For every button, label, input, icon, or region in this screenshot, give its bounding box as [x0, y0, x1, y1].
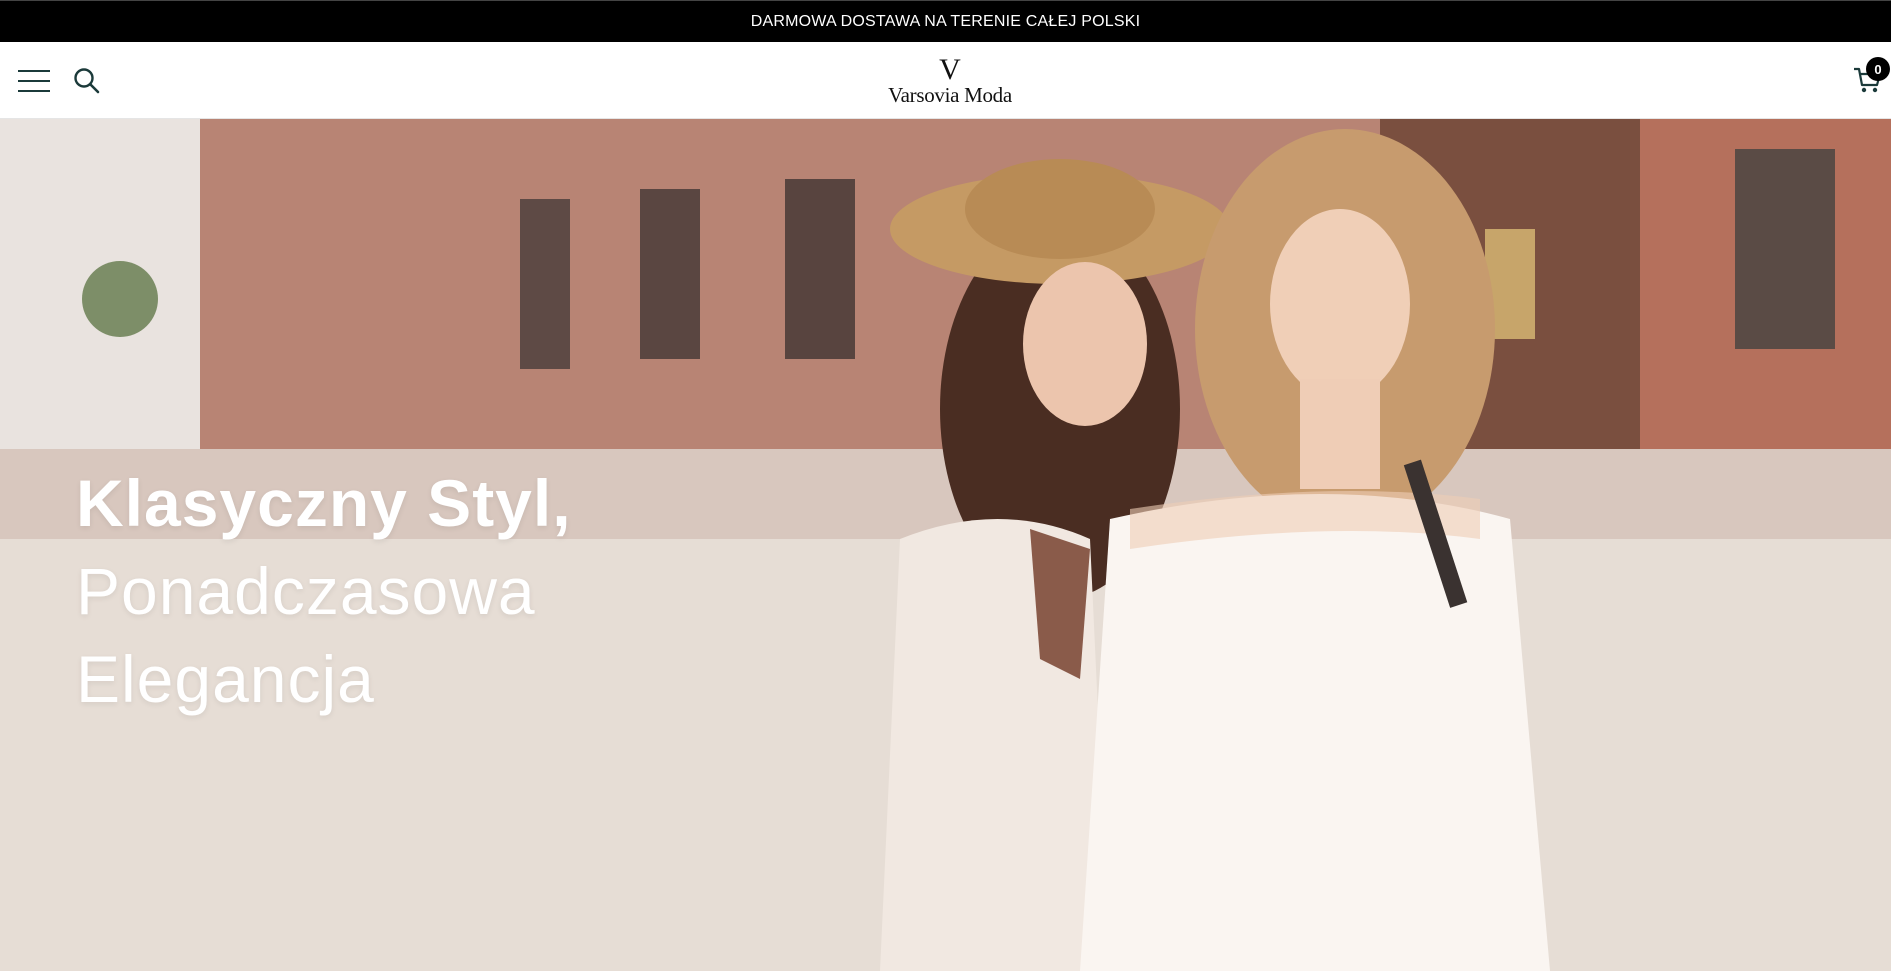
hamburger-menu-icon[interactable] [18, 66, 50, 96]
hero-headline: Klasyczny Styl, Ponadczasowa Elegancja [76, 459, 776, 723]
site-logo[interactable]: V Varsovia Moda [878, 53, 1022, 107]
cart-count-badge: 0 [1866, 57, 1890, 81]
headline-line-1: Klasyczny Styl, [76, 466, 572, 540]
search-icon[interactable] [73, 66, 101, 96]
hero-banner[interactable]: Klasyczny Styl, Ponadczasowa Elegancja [0, 119, 1891, 971]
announcement-text: DARMOWA DOSTAWA NA TERENIE CAŁEJ POLSKI [750, 12, 1141, 30]
logo-text: Varsovia Moda [888, 83, 1012, 107]
site-header: V Varsovia Moda 0 [0, 42, 1891, 119]
headline-line-2: Ponadczasowa [76, 554, 536, 628]
announcement-bar: DARMOWA DOSTAWA NA TERENIE CAŁEJ POLSKI [0, 0, 1891, 42]
logo-mark: V [939, 53, 961, 86]
headline-line-3: Elegancja [76, 642, 375, 716]
